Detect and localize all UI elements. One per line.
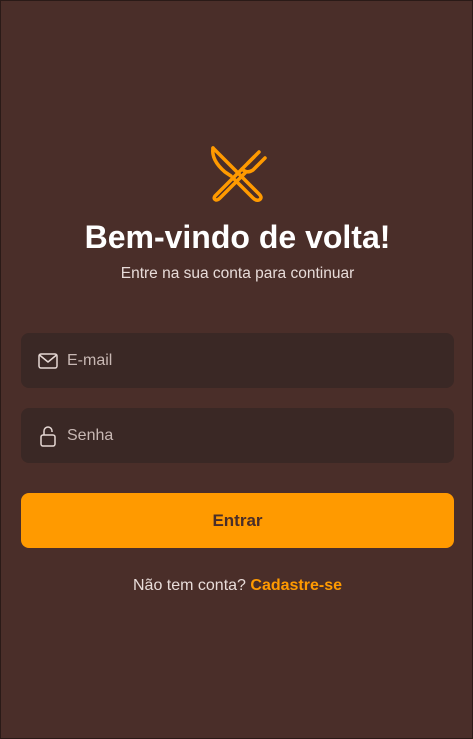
password-input[interactable]	[67, 426, 427, 445]
page-subtitle: Entre na sua conta para continuar	[120, 265, 355, 282]
signup-prompt: Não tem conta? Cadastre-se	[1, 577, 473, 595]
email-field[interactable]	[21, 333, 454, 388]
envelope-icon	[37, 350, 59, 372]
email-input[interactable]	[67, 351, 427, 370]
signup-prompt-text: Não tem conta?	[132, 577, 251, 594]
password-field[interactable]	[21, 408, 454, 463]
signup-link[interactable]: Cadastre-se	[250, 577, 342, 594]
login-button[interactable]: Entrar	[21, 493, 454, 548]
page-title: Bem-vindo de volta!	[84, 219, 391, 255]
lock-icon	[37, 425, 59, 447]
fork-knife-icon	[209, 144, 267, 202]
